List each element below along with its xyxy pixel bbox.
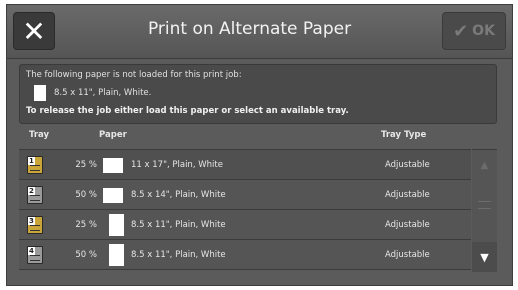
message-panel: The following paper is not loaded for th… [19,64,497,124]
dialog-frame: ✕ Print on Alternate Paper ✔ OK The foll… [6,4,513,286]
scroll-up-button[interactable]: ▲ [472,150,497,180]
title-bar: ✕ Print on Alternate Paper ✔ OK [7,5,512,59]
required-paper-label: 8.5 x 11", Plain, White. [54,88,152,98]
scroll-down-button[interactable]: ▼ [472,242,497,272]
tray-fill-percent: 25 % [75,220,97,230]
tray-row-3[interactable]: 3 25 % 8.5 x 11", Plain, White Adjustabl… [19,210,471,240]
scroll-thumb[interactable] [478,201,491,209]
tray-icon: 1 [27,156,43,174]
arrow-up-icon: ▲ [480,159,489,171]
paper-landscape-icon [103,158,123,173]
tray-row-2[interactable]: 2 50 % 8.5 x 14", Plain, White Adjustabl… [19,180,471,210]
ok-label: OK [472,23,495,39]
scrollbar[interactable]: ▲ ▼ [472,149,497,272]
required-paper: 8.5 x 11", Plain, White. [26,85,490,101]
close-icon: ✕ [22,14,46,48]
paper-landscape-icon [103,188,123,203]
tray-type-label: Adjustable [385,250,430,260]
tray-paper-label: 8.5 x 11", Plain, White [131,220,226,230]
column-header-paper: Paper [99,130,127,140]
column-header-tray-type: Tray Type [381,130,427,140]
checkmark-icon: ✔ [453,20,469,42]
tray-list: 1 25 % 11 x 17", Plain, White Adjustable… [19,149,471,272]
tray-row-1[interactable]: 1 25 % 11 x 17", Plain, White Adjustable [19,150,471,180]
tray-type-label: Adjustable [385,190,430,200]
message-intro: The following paper is not loaded for th… [26,70,242,80]
tray-fill-percent: 25 % [75,160,97,170]
paper-portrait-icon [109,244,124,266]
arrow-down-icon: ▼ [480,250,489,264]
paper-portrait-icon [109,214,124,236]
tray-fill-percent: 50 % [75,250,97,260]
tray-icon: 4 [27,246,43,264]
ok-button[interactable]: ✔ OK [442,12,506,50]
tray-icon: 2 [27,186,43,204]
tray-paper-label: 11 x 17", Plain, White [131,160,223,170]
message-instruction: To release the job either load this pape… [26,106,349,116]
column-header-tray: Tray [29,130,50,140]
tray-row-4[interactable]: 4 50 % 8.5 x 11", Plain, White Adjustabl… [19,240,471,270]
tray-fill-percent: 50 % [75,190,97,200]
tray-paper-label: 8.5 x 11", Plain, White [131,250,226,260]
tray-type-label: Adjustable [385,160,430,170]
tray-type-label: Adjustable [385,220,430,230]
paper-icon [34,85,46,101]
column-headers: Tray Paper Tray Type [19,130,497,144]
tray-icon: 3 [27,216,43,234]
page-title: Print on Alternate Paper [147,19,352,39]
close-button[interactable]: ✕ [13,12,55,50]
tray-paper-label: 8.5 x 14", Plain, White [131,190,226,200]
